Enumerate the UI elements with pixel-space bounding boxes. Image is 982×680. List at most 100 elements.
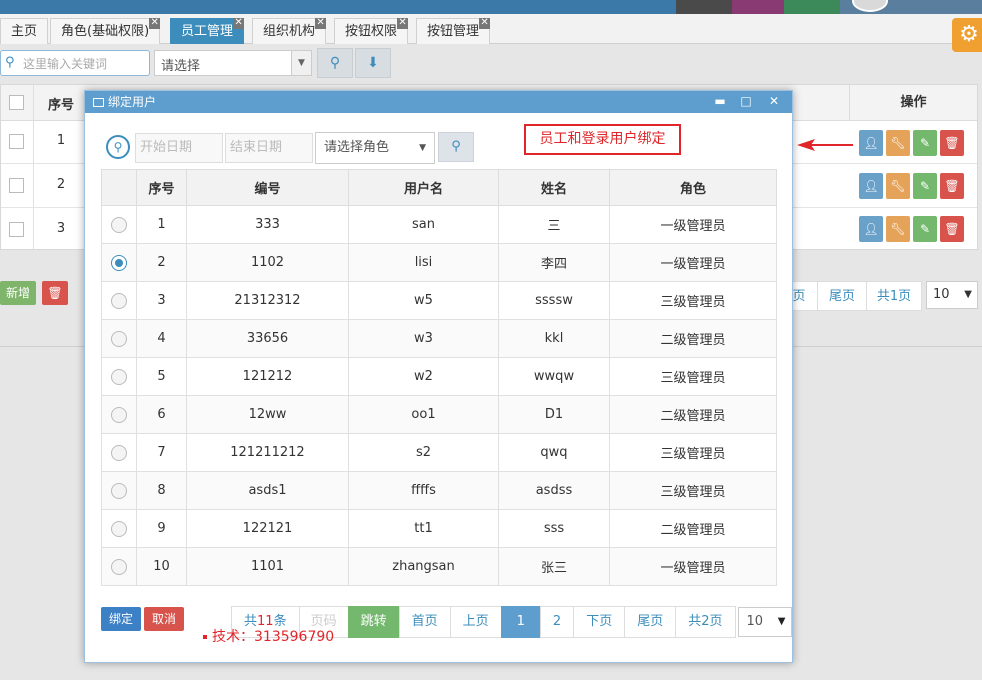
trash-icon[interactable]: 🗑︎	[940, 216, 964, 242]
dialog-title: 绑定用户	[108, 95, 157, 109]
edit-icon[interactable]: ✎	[913, 216, 937, 242]
table-row[interactable]: 1 333 san 三 一级管理员	[101, 205, 777, 244]
col-role-header: 角色	[609, 169, 777, 206]
table-row[interactable]: 2 1102 lisi 李四 一级管理员	[101, 243, 777, 282]
search-icon[interactable]: ⚲	[106, 135, 130, 159]
first-page-button[interactable]: 首页	[398, 606, 451, 638]
dialog-search-button[interactable]: ⚲	[438, 132, 474, 162]
row-code: 121212	[186, 357, 349, 396]
close-icon[interactable]: ✕	[765, 91, 783, 113]
select-all-checkbox[interactable]	[9, 95, 24, 110]
page-2-button[interactable]: 2	[539, 606, 575, 638]
table-row[interactable]: 4 33656 w3 kkl 二级管理员	[101, 319, 777, 358]
tab-button-permissions[interactable]: 按钮权限 ✕	[334, 18, 409, 44]
close-icon[interactable]: ✕	[149, 18, 161, 29]
row-username: w5	[348, 281, 499, 320]
search-button[interactable]: ⚲	[317, 48, 353, 78]
row-radio[interactable]	[111, 482, 127, 499]
page-1-button[interactable]: 1	[500, 606, 541, 638]
last-page-button[interactable]: 尾页	[624, 606, 677, 638]
jump-button[interactable]: 跳转	[347, 606, 400, 638]
user-icon[interactable]: 👤︎	[859, 216, 883, 242]
tab-organization[interactable]: 组织机构 ✕	[252, 18, 327, 44]
user-icon[interactable]: 👤︎	[859, 173, 883, 199]
bind-button[interactable]: 绑定	[101, 607, 142, 631]
row-role: 一级管理员	[609, 547, 777, 586]
wrench-icon[interactable]: 🔧︎	[886, 216, 910, 242]
row-role: 二级管理员	[609, 395, 777, 434]
dialog-body: ⚲ 开始日期 结束日期 请选择角色 ▼ ⚲ 序号 编号 用户名 姓名 角色 1	[85, 113, 792, 662]
prev-page-button[interactable]: 上页	[449, 606, 502, 638]
row-radio[interactable]	[111, 406, 127, 423]
table-row[interactable]: 10 1101 zhangsan 张三 一级管理员	[101, 547, 777, 586]
tab-roles[interactable]: 角色(基础权限) ✕	[50, 18, 161, 44]
row-radio[interactable]	[111, 216, 127, 233]
row-radio[interactable]	[111, 254, 127, 271]
close-icon[interactable]: ✕	[397, 18, 409, 29]
tab-button-management[interactable]: 按钮管理 ✕	[416, 18, 491, 44]
role-select[interactable]: 请选择角色 ▼	[315, 132, 435, 164]
close-icon[interactable]: ✕	[315, 18, 327, 29]
row-radio-cell	[101, 433, 137, 472]
delete-button[interactable]: 🗑︎	[42, 281, 68, 305]
search-input[interactable]: ⚲ 这里输入关键词	[0, 50, 150, 76]
trash-icon[interactable]: 🗑︎	[940, 130, 964, 156]
table-row[interactable]: 9 122121 tt1 sss 二级管理员	[101, 509, 777, 548]
table-row[interactable]: 7 121211212 s2 qwq 三级管理员	[101, 433, 777, 472]
row-radio-cell	[101, 395, 137, 434]
row-checkbox[interactable]	[9, 222, 24, 237]
row-radio[interactable]	[111, 292, 127, 309]
row-radio[interactable]	[111, 444, 127, 461]
row-username: zhangsan	[348, 547, 499, 586]
row-name: sss	[498, 509, 610, 548]
edit-icon[interactable]: ✎	[913, 130, 937, 156]
row-radio[interactable]	[111, 520, 127, 537]
row-code: 333	[186, 205, 349, 244]
tab-label: 组织机构	[263, 24, 316, 39]
cancel-button[interactable]: 取消	[144, 607, 185, 631]
filter-select[interactable]: 请选择 ▼	[154, 50, 312, 76]
tab-home[interactable]: 主页	[0, 18, 49, 44]
gear-icon[interactable]: ⚙	[952, 18, 982, 52]
row-checkbox[interactable]	[9, 178, 24, 193]
row-radio[interactable]	[111, 330, 127, 347]
row-radio[interactable]	[111, 368, 127, 385]
table-row[interactable]: 3 21312312 w5 ssssw 三级管理员	[101, 281, 777, 320]
page-size-select[interactable]: 10 ▼	[737, 607, 792, 637]
wrench-icon[interactable]: 🔧︎	[886, 130, 910, 156]
row-name: D1	[498, 395, 610, 434]
user-icon[interactable]: 👤︎	[859, 130, 883, 156]
close-icon[interactable]: ✕	[479, 18, 491, 29]
bg-page-size-select[interactable]: 10 ▼	[926, 281, 978, 309]
minimize-icon[interactable]: ▬	[711, 91, 729, 113]
close-icon[interactable]: ✕	[233, 18, 245, 29]
annotation-callout: 员工和登录用户绑定	[524, 124, 681, 155]
table-row[interactable]: 5 121212 w2 wwqw 三级管理员	[101, 357, 777, 396]
next-page-button[interactable]: 下页	[573, 606, 626, 638]
header-block-green[interactable]	[784, 0, 840, 14]
header-block-purple[interactable]	[732, 0, 784, 14]
add-button[interactable]: 新增	[0, 281, 36, 305]
trash-icon[interactable]: 🗑︎	[940, 173, 964, 199]
dialog-title-bar[interactable]: 绑定用户 ▬ □ ✕	[85, 91, 792, 113]
top-header-bar	[0, 0, 982, 14]
start-date-input[interactable]: 开始日期	[135, 133, 223, 163]
end-date-input[interactable]: 结束日期	[225, 133, 313, 163]
row-code: 21312312	[186, 281, 349, 320]
row-code: 1102	[186, 243, 349, 282]
edit-icon[interactable]: ✎	[913, 173, 937, 199]
export-button[interactable]: ⬇	[355, 48, 391, 78]
row-role: 三级管理员	[609, 281, 777, 320]
col-radio-header	[101, 169, 137, 206]
search-icon: ⚲	[451, 139, 461, 154]
table-row[interactable]: 8 asds1 ffffs asdss 三级管理员	[101, 471, 777, 510]
table-row[interactable]: 6 12ww oo1 D1 二级管理员	[101, 395, 777, 434]
row-checkbox[interactable]	[9, 134, 24, 149]
maximize-icon[interactable]: □	[737, 91, 755, 113]
row-radio[interactable]	[111, 558, 127, 575]
header-block-dark[interactable]	[676, 0, 732, 14]
row-radio-cell	[101, 471, 137, 510]
wrench-icon[interactable]: 🔧︎	[886, 173, 910, 199]
bg-pager-last[interactable]: 尾页	[817, 281, 867, 311]
tab-employees[interactable]: 员工管理 ✕	[170, 18, 245, 44]
